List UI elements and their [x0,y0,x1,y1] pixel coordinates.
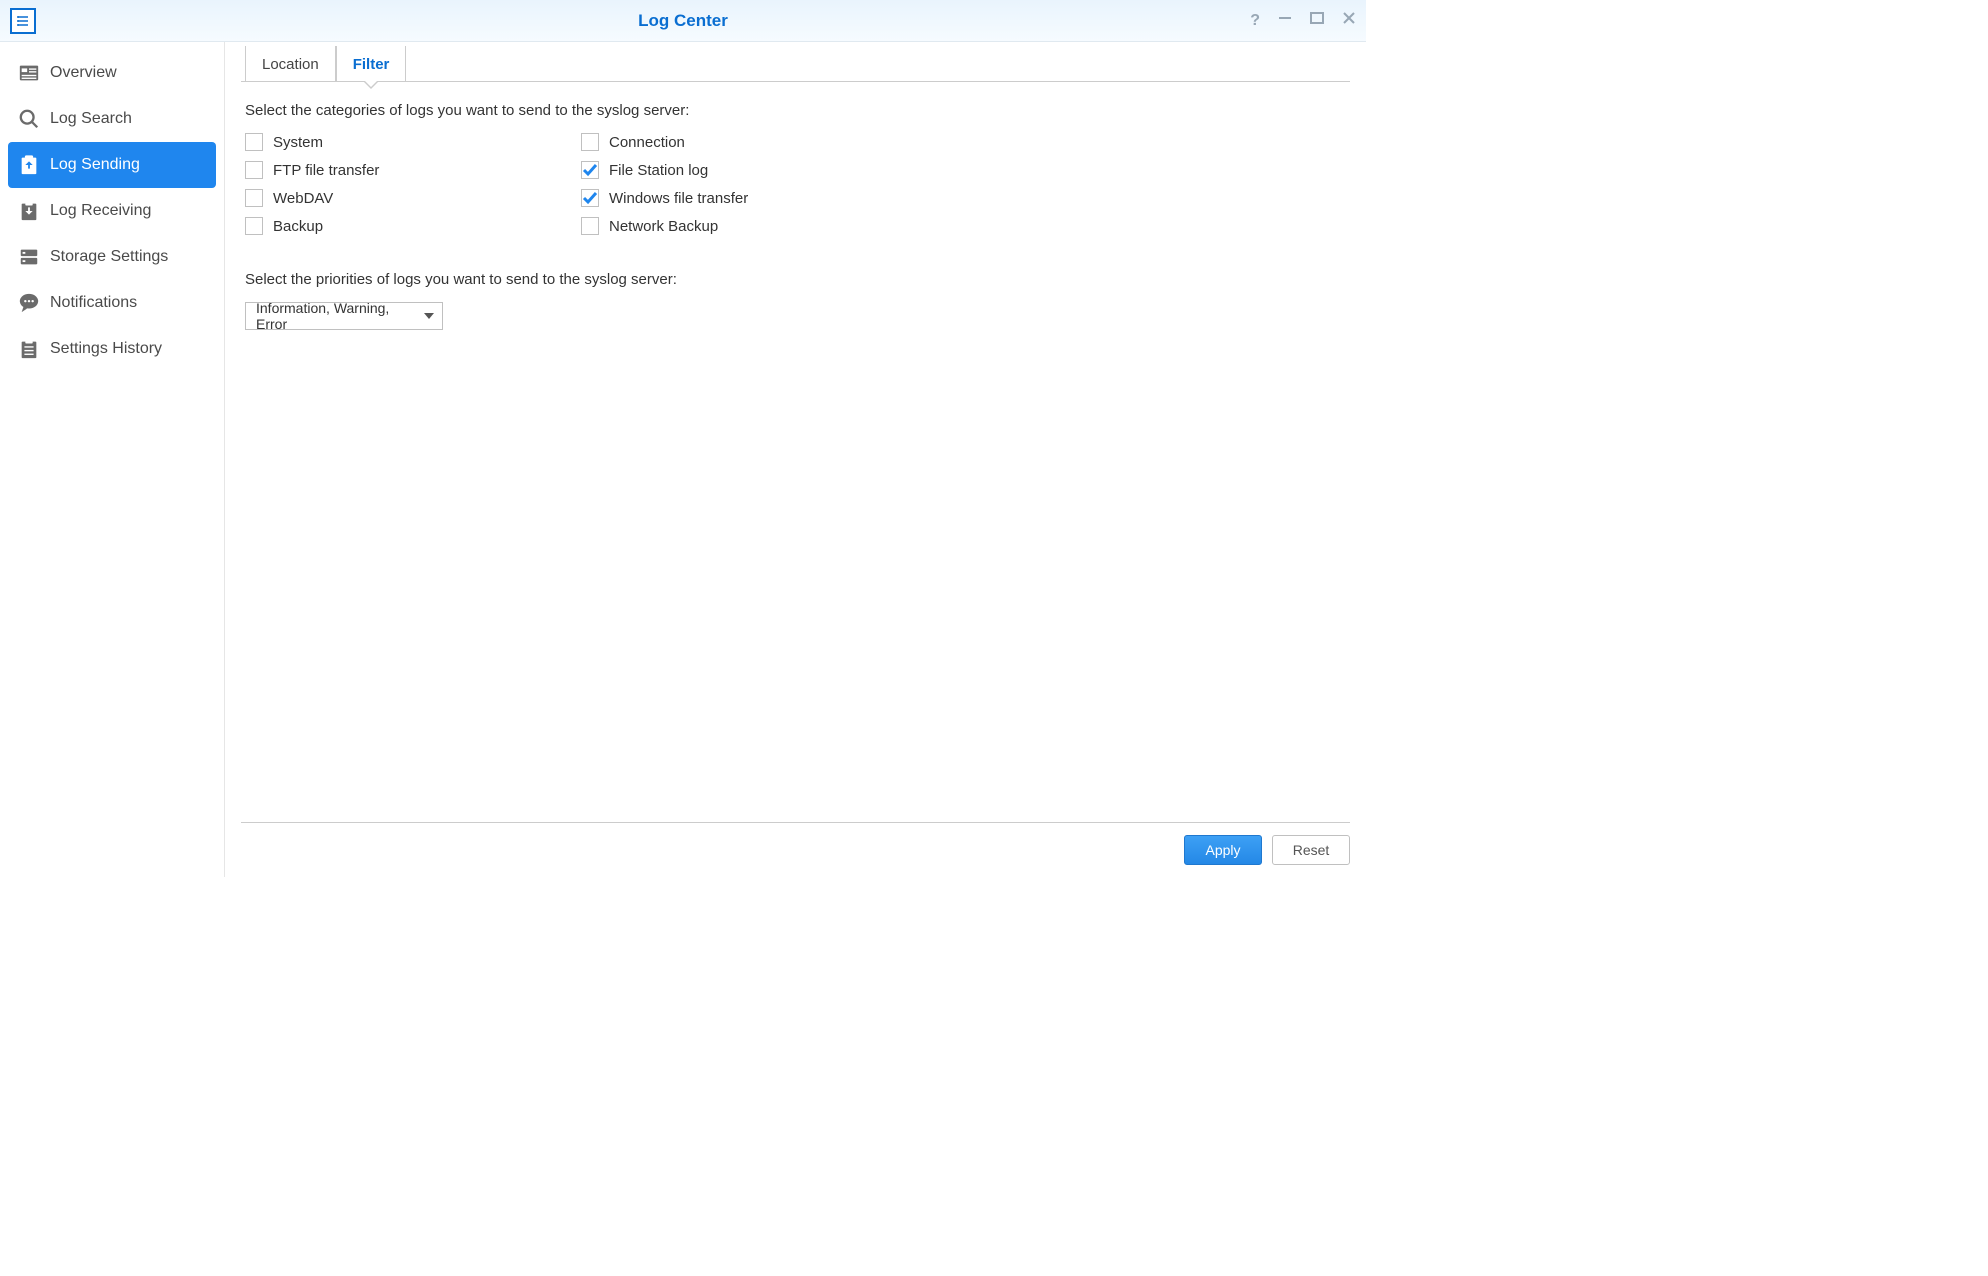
tab-location[interactable]: Location [245,46,336,81]
dropdown-value: Information, Warning, Error [256,300,424,332]
help-icon[interactable]: ? [1250,12,1260,30]
checkbox-backup[interactable]: Backup [245,217,575,235]
maximize-button[interactable] [1310,11,1324,30]
window-title: Log Center [638,11,728,31]
sidebar-item-log-search[interactable]: Log Search [8,96,216,142]
checkbox-icon [245,217,263,235]
checkbox-icon [245,161,263,179]
main-panel: Location Filter Select the categories of… [225,42,1366,877]
sidebar-item-storage-settings[interactable]: Storage Settings [8,234,216,280]
sidebar-item-label: Overview [50,64,117,82]
titlebar: Log Center ? [0,0,1366,42]
checkbox-label: Backup [273,218,323,235]
tab-label: Location [262,56,319,73]
checkbox-label: Windows file transfer [609,190,748,207]
button-label: Reset [1293,842,1330,858]
categories-label: Select the categories of logs you want t… [245,102,1346,119]
checkbox-icon [245,133,263,151]
clipboard-down-icon [18,200,40,222]
sidebar-item-log-receiving[interactable]: Log Receiving [8,188,216,234]
checkbox-label: WebDAV [273,190,333,207]
checkbox-label: Network Backup [609,218,718,235]
reset-button[interactable]: Reset [1272,835,1350,865]
sidebar-item-overview[interactable]: Overview [8,50,216,96]
checkbox-label: Connection [609,134,685,151]
sidebar-item-label: Storage Settings [50,248,168,266]
checkbox-file-station[interactable]: File Station log [581,161,911,179]
chat-icon [18,292,40,314]
chevron-down-icon [424,313,434,319]
sidebar: Overview Log Search Log Sending Log Rece… [0,42,225,877]
content: Select the categories of logs you want t… [241,82,1350,822]
checkbox-label: FTP file transfer [273,162,379,179]
sidebar-item-label: Log Sending [50,156,140,174]
checkbox-system[interactable]: System [245,133,575,151]
tabs: Location Filter [241,46,1350,82]
sidebar-item-label: Log Search [50,110,132,128]
category-grid: System Connection FTP file transfer File… [245,133,1346,235]
checkbox-icon [581,133,599,151]
footer: Apply Reset [241,822,1350,877]
close-button[interactable] [1342,11,1356,30]
checkbox-connection[interactable]: Connection [581,133,911,151]
checkbox-icon [581,189,599,207]
search-icon [18,108,40,130]
checkbox-ftp[interactable]: FTP file transfer [245,161,575,179]
clipboard-icon [18,338,40,360]
sidebar-item-settings-history[interactable]: Settings History [8,326,216,372]
storage-icon [18,246,40,268]
checkbox-webdav[interactable]: WebDAV [245,189,575,207]
priority-dropdown[interactable]: Information, Warning, Error [245,302,443,330]
checkbox-label: File Station log [609,162,708,179]
overview-icon [18,62,40,84]
apply-button[interactable]: Apply [1184,835,1262,865]
tab-label: Filter [353,56,390,73]
sidebar-item-label: Settings History [50,340,162,358]
checkbox-network-backup[interactable]: Network Backup [581,217,911,235]
checkbox-label: System [273,134,323,151]
sidebar-item-notifications[interactable]: Notifications [8,280,216,326]
sidebar-item-label: Notifications [50,294,137,312]
checkbox-icon [245,189,263,207]
checkbox-icon [581,161,599,179]
minimize-button[interactable] [1278,11,1292,30]
priorities-label: Select the priorities of logs you want t… [245,271,1346,288]
sidebar-item-label: Log Receiving [50,202,151,220]
button-label: Apply [1205,842,1240,858]
app-icon [10,8,36,34]
checkbox-icon [581,217,599,235]
sidebar-item-log-sending[interactable]: Log Sending [8,142,216,188]
tab-filter[interactable]: Filter [336,46,407,81]
clipboard-up-icon [18,154,40,176]
checkbox-windows-ft[interactable]: Windows file transfer [581,189,911,207]
